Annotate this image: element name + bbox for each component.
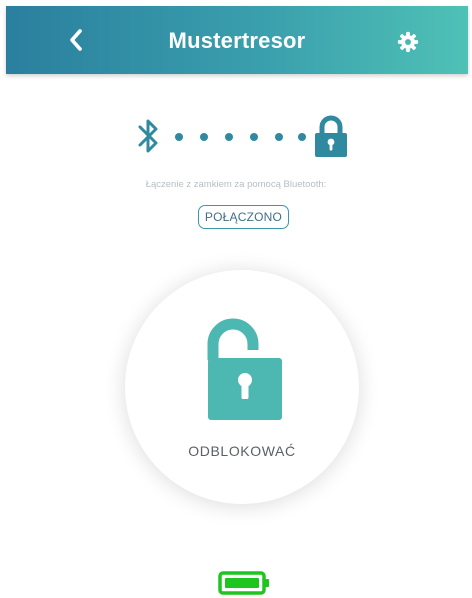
app-header: Mustertresor xyxy=(6,6,468,74)
connection-indicator xyxy=(0,112,472,160)
connection-dot xyxy=(200,133,208,141)
connection-dot xyxy=(175,133,183,141)
gear-icon xyxy=(397,31,419,53)
unlock-label: ODBLOKOWAĆ xyxy=(188,443,296,459)
connection-dot xyxy=(225,133,233,141)
app-screen: Mustertresor Łączenie z zamkiem za pomoc… xyxy=(0,0,472,598)
bluetooth-icon xyxy=(138,119,158,153)
lock-closed-icon xyxy=(315,115,347,157)
lock-open-icon xyxy=(207,318,282,420)
battery-full-icon xyxy=(218,571,269,595)
settings-button[interactable] xyxy=(396,30,420,54)
connection-caption: Łączenie z zamkiem za pomocą Bluetooth: xyxy=(145,179,327,190)
connection-status-badge: POŁĄCZONO xyxy=(198,205,289,229)
connection-dot xyxy=(298,133,306,141)
connection-dot xyxy=(275,133,283,141)
unlock-button[interactable]: ODBLOKOWAĆ xyxy=(125,270,359,504)
connection-dot xyxy=(250,133,258,141)
